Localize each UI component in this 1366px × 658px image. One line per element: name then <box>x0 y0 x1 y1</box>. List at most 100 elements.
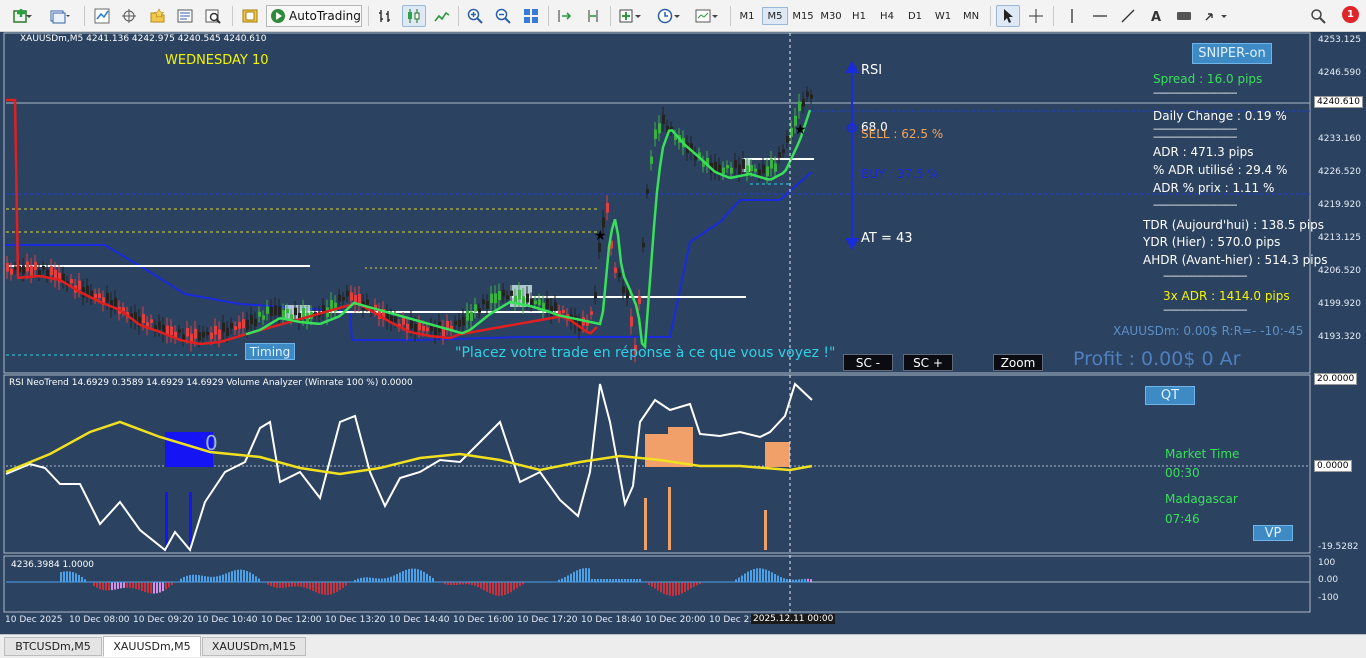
candle-body <box>78 280 81 290</box>
text-label-icon[interactable] <box>1173 5 1195 27</box>
indicator2-tick: 100 <box>1318 558 1336 568</box>
tf-w1[interactable]: W1 <box>930 7 956 25</box>
histogram-bar <box>123 582 125 588</box>
sc-minus-button[interactable]: SC - <box>843 354 893 371</box>
tf-d1[interactable]: D1 <box>902 7 928 25</box>
histogram-bar <box>297 582 299 587</box>
histogram-bar <box>66 571 68 582</box>
line-chart-icon[interactable] <box>431 5 453 27</box>
tf-h4[interactable]: H4 <box>874 7 900 25</box>
zoom-button[interactable]: Zoom <box>993 354 1043 371</box>
candle-body <box>618 273 621 278</box>
tab-xauusdm-m5[interactable]: XAUUSDm,M5 <box>103 636 201 657</box>
chart-window[interactable]: ★ ★ 0 XAUUSDm,M5 4241.136 4242.975 4240.5… <box>0 32 1366 634</box>
zoom-out-icon[interactable] <box>492 5 514 27</box>
histogram-bar <box>360 577 362 582</box>
candle-body <box>726 165 729 169</box>
qt-button[interactable]: QT <box>1145 386 1195 405</box>
crosshair-data-icon[interactable] <box>118 5 140 27</box>
candle-body <box>214 325 217 335</box>
candle-body <box>466 310 469 321</box>
candle-body <box>434 327 437 337</box>
volume-block <box>765 442 790 467</box>
autotrading-button[interactable]: AutoTrading <box>266 5 362 27</box>
candle-body <box>158 321 161 330</box>
profiles-icon[interactable] <box>45 5 75 27</box>
indicator2-tick: -100 <box>1318 593 1339 603</box>
text-tool-icon[interactable]: A <box>1145 5 1167 27</box>
candle-body <box>646 189 649 194</box>
histogram-bar <box>582 568 584 582</box>
histogram-bar <box>651 582 653 587</box>
bar-chart-icon[interactable] <box>374 5 396 27</box>
tf-m30[interactable]: M30 <box>818 7 844 25</box>
tf-m5[interactable]: M5 <box>762 7 788 25</box>
histogram-bar <box>576 570 578 582</box>
candle-body <box>342 296 345 301</box>
crosshair-icon[interactable] <box>1025 5 1047 27</box>
histogram-bar <box>192 574 194 582</box>
candle-body <box>806 91 809 97</box>
tf-h1[interactable]: H1 <box>846 7 872 25</box>
candlestick-chart-icon[interactable] <box>402 5 426 27</box>
cursor-time-label: 2025.12.11 00:00 <box>751 614 836 624</box>
histogram-bar <box>759 568 761 582</box>
candle-body <box>758 169 761 176</box>
histogram-bar <box>258 578 260 582</box>
histogram-bar <box>69 571 71 582</box>
templates-icon[interactable] <box>692 5 722 27</box>
candle-body <box>198 332 201 341</box>
tf-m15[interactable]: M15 <box>790 7 816 25</box>
vp-button[interactable]: VP <box>1253 525 1293 541</box>
stats-divider: -------------------------------- <box>1163 271 1247 282</box>
histogram-bar <box>276 582 278 588</box>
histogram-bar <box>399 572 401 582</box>
new-chart-icon[interactable] <box>8 5 38 27</box>
tab-xauusdm-m15[interactable]: XAUUSDm,M15 <box>202 637 306 656</box>
stats-divider: -------------------------------- <box>1163 305 1247 316</box>
tester-icon[interactable] <box>202 5 224 27</box>
arrows-tool-icon[interactable] <box>1201 5 1231 27</box>
histogram-bar <box>666 582 668 596</box>
candle-body <box>602 217 605 228</box>
navigator-icon[interactable] <box>146 5 168 27</box>
stats-divider: -------------------------------- <box>1153 132 1237 143</box>
zoom-in-icon[interactable] <box>464 5 486 27</box>
periods-icon[interactable] <box>654 5 684 27</box>
histogram-bar <box>570 573 572 582</box>
cursor-icon[interactable] <box>996 5 1020 27</box>
histogram-bar <box>156 582 158 594</box>
histogram-bar <box>102 582 104 591</box>
sc-plus-button[interactable]: SC + <box>903 354 953 371</box>
search-icon[interactable] <box>1307 5 1329 27</box>
indicators-icon[interactable] <box>616 5 646 27</box>
timing-button[interactable]: Timing <box>245 343 295 360</box>
histogram-bar <box>249 572 251 582</box>
tf-mn[interactable]: MN <box>958 7 984 25</box>
vertical-line-icon[interactable] <box>1061 5 1083 27</box>
new-order-icon[interactable] <box>239 5 261 27</box>
horizontal-line-icon[interactable] <box>1089 5 1111 27</box>
candle-body <box>338 294 341 302</box>
time-label: 10 Dec 2025 <box>5 615 63 625</box>
tf-m1[interactable]: M1 <box>734 7 760 25</box>
candle-body <box>170 326 173 336</box>
histogram-bar <box>393 575 395 582</box>
sniper-button[interactable]: SNIPER-on <box>1192 43 1272 64</box>
candle-body <box>526 293 529 303</box>
histogram-bar <box>99 582 101 590</box>
adr-used-stat: % ADR utilisé : 29.4 % <box>1153 163 1288 177</box>
chart-shift-icon[interactable] <box>582 5 604 27</box>
histogram-bar <box>183 576 185 582</box>
terminal-icon[interactable] <box>174 5 196 27</box>
at-label: AT = 43 <box>861 231 913 246</box>
auto-scroll-icon[interactable] <box>554 5 576 27</box>
histogram-bar <box>339 582 341 591</box>
profit-display: Profit : 0.00$ 0 Ar <box>1073 348 1241 370</box>
market-watch-icon[interactable] <box>91 5 113 27</box>
tab-btcusdm-m5[interactable]: BTCUSDm,M5 <box>4 637 102 656</box>
notification-badge[interactable]: 1 <box>1342 6 1359 23</box>
trendline-icon[interactable] <box>1117 5 1139 27</box>
histogram-bar <box>180 578 182 582</box>
tile-windows-icon[interactable] <box>520 5 542 27</box>
